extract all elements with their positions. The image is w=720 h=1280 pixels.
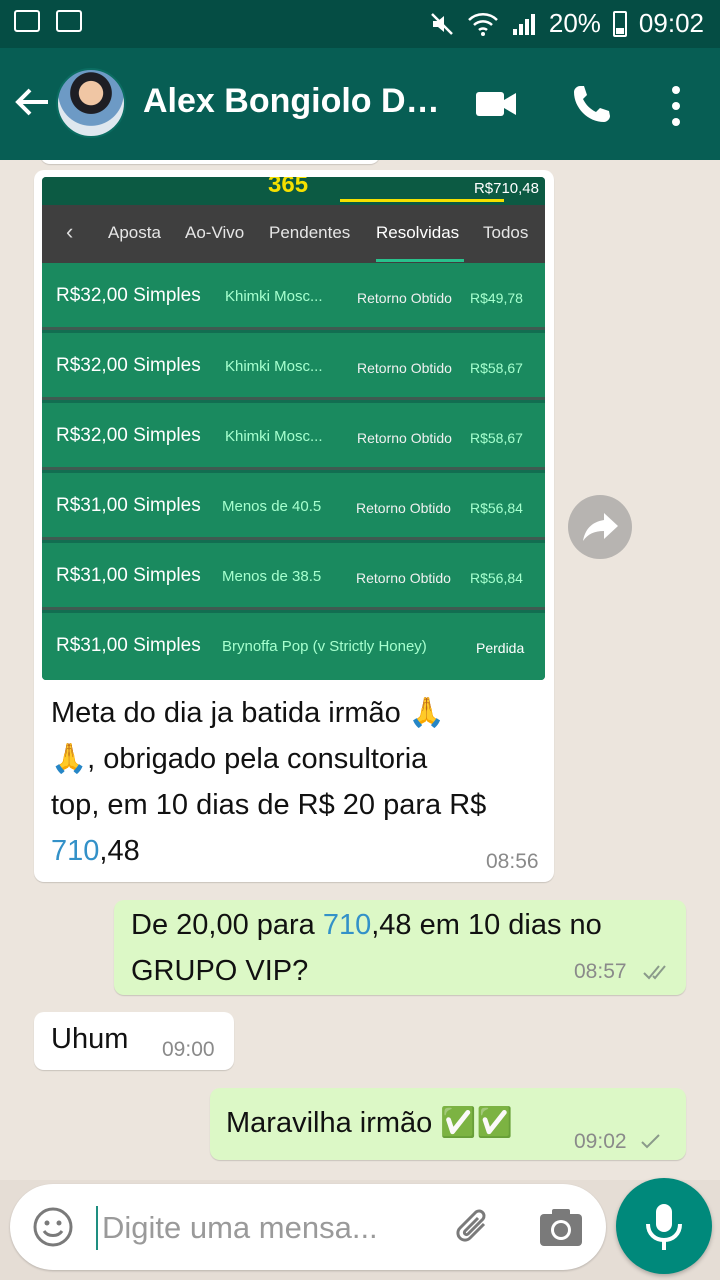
gallery-notification-icon [14, 10, 40, 32]
phone-icon[interactable] [570, 82, 614, 126]
bet-stake: R$32,00 Simples [56, 425, 201, 446]
voicemail-notification-icon [56, 10, 82, 32]
arrow-left-icon[interactable] [12, 82, 52, 122]
incoming-message[interactable]: Uhum 09:00 [34, 1012, 234, 1070]
notification-icons [14, 10, 82, 32]
bet-result-value: R$56,84 [470, 500, 523, 516]
message-time: 09:00 [162, 1038, 215, 1061]
message-composer [10, 1184, 606, 1270]
account-balance: R$710,48 [473, 180, 539, 197]
clock: 09:02 [638, 8, 704, 38]
signal-icon [512, 13, 535, 35]
bet-event: Menos de 38.5 [222, 568, 322, 585]
outgoing-message[interactable]: Maravilha irmão ✅✅ 09:02 [210, 1088, 686, 1160]
mic-button[interactable] [616, 1178, 712, 1274]
forward-icon [583, 513, 618, 541]
message-time: 08:57 [574, 960, 627, 983]
bet-stake: R$31,00 Simples [56, 565, 201, 586]
tab-resolvidas: Resolvidas [376, 223, 460, 242]
message-text: Uhum [51, 1023, 129, 1055]
bet-result-value: R$58,67 [470, 360, 523, 376]
bet-result-value: Perdida [476, 640, 525, 656]
tab-ao-vivo: Ao-Vivo [185, 223, 245, 242]
bet-result-label: Retorno Obtido [357, 430, 452, 446]
message-text: Maravilha irmão ✅✅ [226, 1107, 513, 1139]
camera-icon[interactable] [538, 1206, 584, 1248]
bet-row: R$31,00 Simples Menos de 40.5 Retorno Ob… [42, 473, 545, 540]
battery-percent: 20% [548, 8, 601, 38]
message-line: De 20,00 para 710,48 em 10 dias no [131, 902, 671, 948]
mic-icon [646, 1204, 682, 1250]
wifi-icon [468, 12, 498, 36]
double-check-icon [643, 965, 666, 980]
bet-stake: R$31,00 Simples [56, 635, 201, 656]
bet-event: Brynoffa Pop (v Strictly Honey) [222, 638, 427, 655]
previous-message [40, 160, 380, 164]
status-bar: 20% 09:02 [0, 0, 720, 48]
bet-tabs: ‹ Aposta Ao-Vivo Pendentes Resolvidas To… [42, 205, 545, 263]
bet-result-label: Retorno Obtido [356, 500, 451, 516]
bet-event: Khimki Mosc... [225, 428, 323, 445]
bet-result-value: R$56,84 [470, 570, 523, 586]
status-right: 20% 09:02 [429, 8, 704, 39]
bet-result-label: Retorno Obtido [357, 290, 452, 306]
bet-row: R$32,00 Simples Khimki Mosc... Retorno O… [42, 333, 545, 400]
message-text: Meta do dia ja batida irmão 🙏 🙏, obrigad… [51, 690, 547, 874]
screenshot-topbar: 365 R$710,48 [42, 177, 545, 205]
outgoing-message[interactable]: De 20,00 para 710,48 em 10 dias no GRUPO… [114, 900, 686, 995]
bet-event: Menos de 40.5 [222, 498, 322, 515]
bet-row: R$31,00 Simples Menos de 38.5 Retorno Ob… [42, 543, 545, 610]
bet-event: Khimki Mosc... [225, 288, 323, 305]
paperclip-icon[interactable] [452, 1206, 496, 1250]
more-vert-icon[interactable] [664, 86, 688, 126]
bet-result-label: Retorno Obtido [356, 570, 451, 586]
bet-row: R$32,00 Simples Khimki Mosc... Retorno O… [42, 403, 545, 470]
emoji-icon[interactable] [32, 1206, 74, 1248]
message-line: 710,48 [51, 828, 547, 874]
shared-screenshot[interactable]: 365 R$710,48 ‹ Aposta Ao-Vivo Pendentes … [42, 177, 545, 680]
tab-aposta: Aposta [108, 223, 161, 242]
video-camera-icon[interactable] [474, 88, 518, 120]
message-line: top, em 10 dias de R$ 20 para R$ [51, 789, 487, 821]
message-line: 🙏, obrigado pela consultoria [51, 743, 428, 775]
bet-row: R$32,00 Simples Khimki Mosc... Retorno O… [42, 263, 545, 330]
chat-area[interactable]: Meta do dia ja batida irmão 🙏 🙏, obrigad… [0, 160, 720, 1180]
bet-stake: R$31,00 Simples [56, 495, 201, 516]
balance-underline [340, 199, 504, 202]
message-text-fragment: De 20,00 para [131, 909, 323, 941]
bet-result-value: R$58,67 [470, 430, 523, 446]
contact-avatar[interactable] [56, 68, 126, 138]
bet-result-label: Retorno Obtido [357, 360, 452, 376]
chevron-left-icon: ‹ [66, 219, 74, 244]
active-tab-indicator [376, 259, 464, 262]
mute-icon [430, 12, 453, 35]
contact-name[interactable]: Alex Bongiolo Do... [143, 82, 448, 121]
bet-stake: R$32,00 Simples [56, 285, 201, 306]
bet-event: Khimki Mosc... [225, 358, 323, 375]
message-time: 09:02 [574, 1130, 627, 1153]
bet-result-value: R$49,78 [470, 290, 523, 306]
message-text-fragment: ,48 em 10 dias no [371, 909, 602, 941]
tab-pendentes: Pendentes [269, 223, 351, 242]
message-line: Meta do dia ja batida irmão 🙏 [51, 697, 445, 729]
check-icon [641, 1134, 660, 1149]
message-input[interactable] [96, 1206, 426, 1250]
forward-button[interactable] [568, 495, 632, 559]
phone-link[interactable]: 710 [323, 909, 371, 941]
message-text-fragment: ,48 [99, 835, 140, 867]
chat-header: Alex Bongiolo Do... [0, 48, 720, 160]
bet365-logo: 365 [268, 177, 309, 198]
battery-icon [612, 10, 627, 37]
phone-link[interactable]: 710 [51, 835, 99, 867]
tab-todos: Todos [483, 223, 529, 242]
bet-row: R$31,00 Simples Brynoffa Pop (v Strictly… [42, 613, 545, 680]
message-time: 08:56 [486, 850, 539, 873]
bet-stake: R$32,00 Simples [56, 355, 201, 376]
